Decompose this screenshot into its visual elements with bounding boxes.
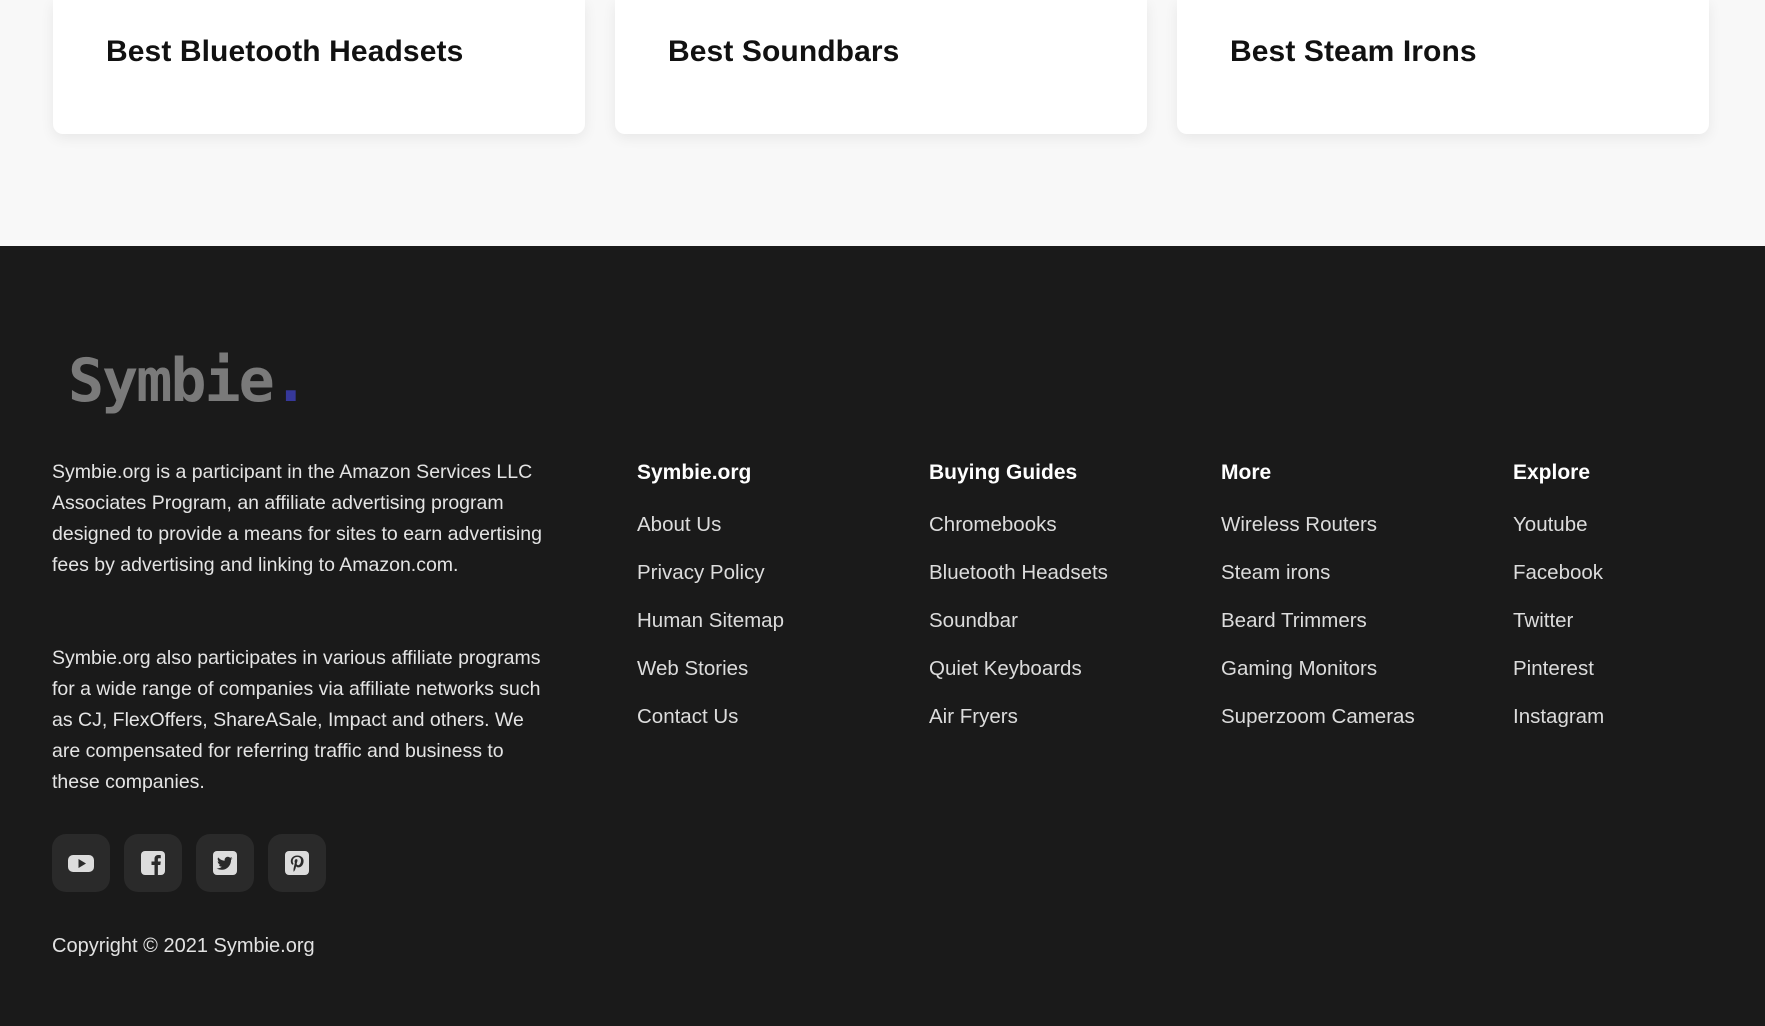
footer-link-gaming-monitors[interactable]: Gaming Monitors [1221, 656, 1415, 704]
footer-link-beard-trimmers[interactable]: Beard Trimmers [1221, 608, 1415, 656]
footer-link-about-us[interactable]: About Us [637, 512, 784, 560]
footer-link-list: Chromebooks Bluetooth Headsets Soundbar … [929, 512, 1108, 752]
footer-link-chromebooks[interactable]: Chromebooks [929, 512, 1108, 560]
logo-dot: . [272, 346, 309, 416]
guide-card-title[interactable]: Best Steam Irons [1230, 35, 1477, 69]
footer-link-facebook[interactable]: Facebook [1513, 560, 1604, 608]
facebook-icon [141, 851, 165, 875]
footer-link-list: About Us Privacy Policy Human Sitemap We… [637, 512, 784, 752]
footer-column-symbie: Symbie.org About Us Privacy Policy Human… [637, 460, 784, 752]
footer-link-steam-irons[interactable]: Steam irons [1221, 560, 1415, 608]
guide-card-title[interactable]: Best Soundbars [668, 35, 899, 69]
twitter-button[interactable] [196, 834, 254, 892]
facebook-button[interactable] [124, 834, 182, 892]
footer-link-superzoom-cameras[interactable]: Superzoom Cameras [1221, 704, 1415, 752]
pinterest-button[interactable] [268, 834, 326, 892]
footer-link-pinterest[interactable]: Pinterest [1513, 656, 1604, 704]
footer-link-web-stories[interactable]: Web Stories [637, 656, 784, 704]
footer-link-privacy-policy[interactable]: Privacy Policy [637, 560, 784, 608]
footer-column-heading: Explore [1513, 461, 1591, 484]
guide-card-title[interactable]: Best Bluetooth Headsets [106, 35, 463, 69]
footer-column-heading: Symbie.org [637, 461, 752, 484]
footer-link-air-fryers[interactable]: Air Fryers [929, 704, 1108, 752]
footer-column-more: More Wireless Routers Steam irons Beard … [1221, 460, 1415, 752]
copyright-text: Copyright © 2021 Symbie.org [52, 935, 315, 957]
footer-link-soundbar[interactable]: Soundbar [929, 608, 1108, 656]
guide-card-steam-irons[interactable]: Best Steam Irons [1177, 0, 1709, 134]
footer-column-buying-guides: Buying Guides Chromebooks Bluetooth Head… [929, 460, 1108, 752]
guide-card-bluetooth-headsets[interactable]: Best Bluetooth Headsets [53, 0, 585, 134]
footer-link-list: Youtube Facebook Twitter Pinterest Insta… [1513, 512, 1604, 752]
footer-link-youtube[interactable]: Youtube [1513, 512, 1604, 560]
footer-link-contact-us[interactable]: Contact Us [637, 704, 784, 752]
footer-logo[interactable]: Symbie. [68, 351, 309, 411]
footer-link-twitter[interactable]: Twitter [1513, 608, 1604, 656]
youtube-icon [68, 855, 94, 872]
footer-link-bluetooth-headsets[interactable]: Bluetooth Headsets [929, 560, 1108, 608]
site-footer: Symbie. Symbie.org is a participant in t… [0, 246, 1765, 1026]
guide-card-soundbars[interactable]: Best Soundbars [615, 0, 1147, 134]
footer-link-instagram[interactable]: Instagram [1513, 704, 1604, 752]
twitter-icon [213, 851, 237, 875]
footer-link-quiet-keyboards[interactable]: Quiet Keyboards [929, 656, 1108, 704]
footer-column-heading: Buying Guides [929, 461, 1078, 484]
guides-section: Best Bluetooth Headsets Best Soundbars B… [0, 0, 1765, 246]
footer-link-human-sitemap[interactable]: Human Sitemap [637, 608, 784, 656]
footer-link-wireless-routers[interactable]: Wireless Routers [1221, 512, 1415, 560]
youtube-button[interactable] [52, 834, 110, 892]
footer-link-list: Wireless Routers Steam irons Beard Trimm… [1221, 512, 1415, 752]
pinterest-icon [285, 851, 309, 875]
affiliate-disclaimer-networks: Symbie.org also participates in various … [52, 647, 541, 793]
footer-column-explore: Explore Youtube Facebook Twitter Pintere… [1513, 460, 1604, 752]
affiliate-disclaimer-amazon: Symbie.org is a participant in the Amazo… [52, 461, 542, 576]
logo-text: Symbie [68, 346, 275, 416]
footer-column-heading: More [1221, 461, 1272, 484]
